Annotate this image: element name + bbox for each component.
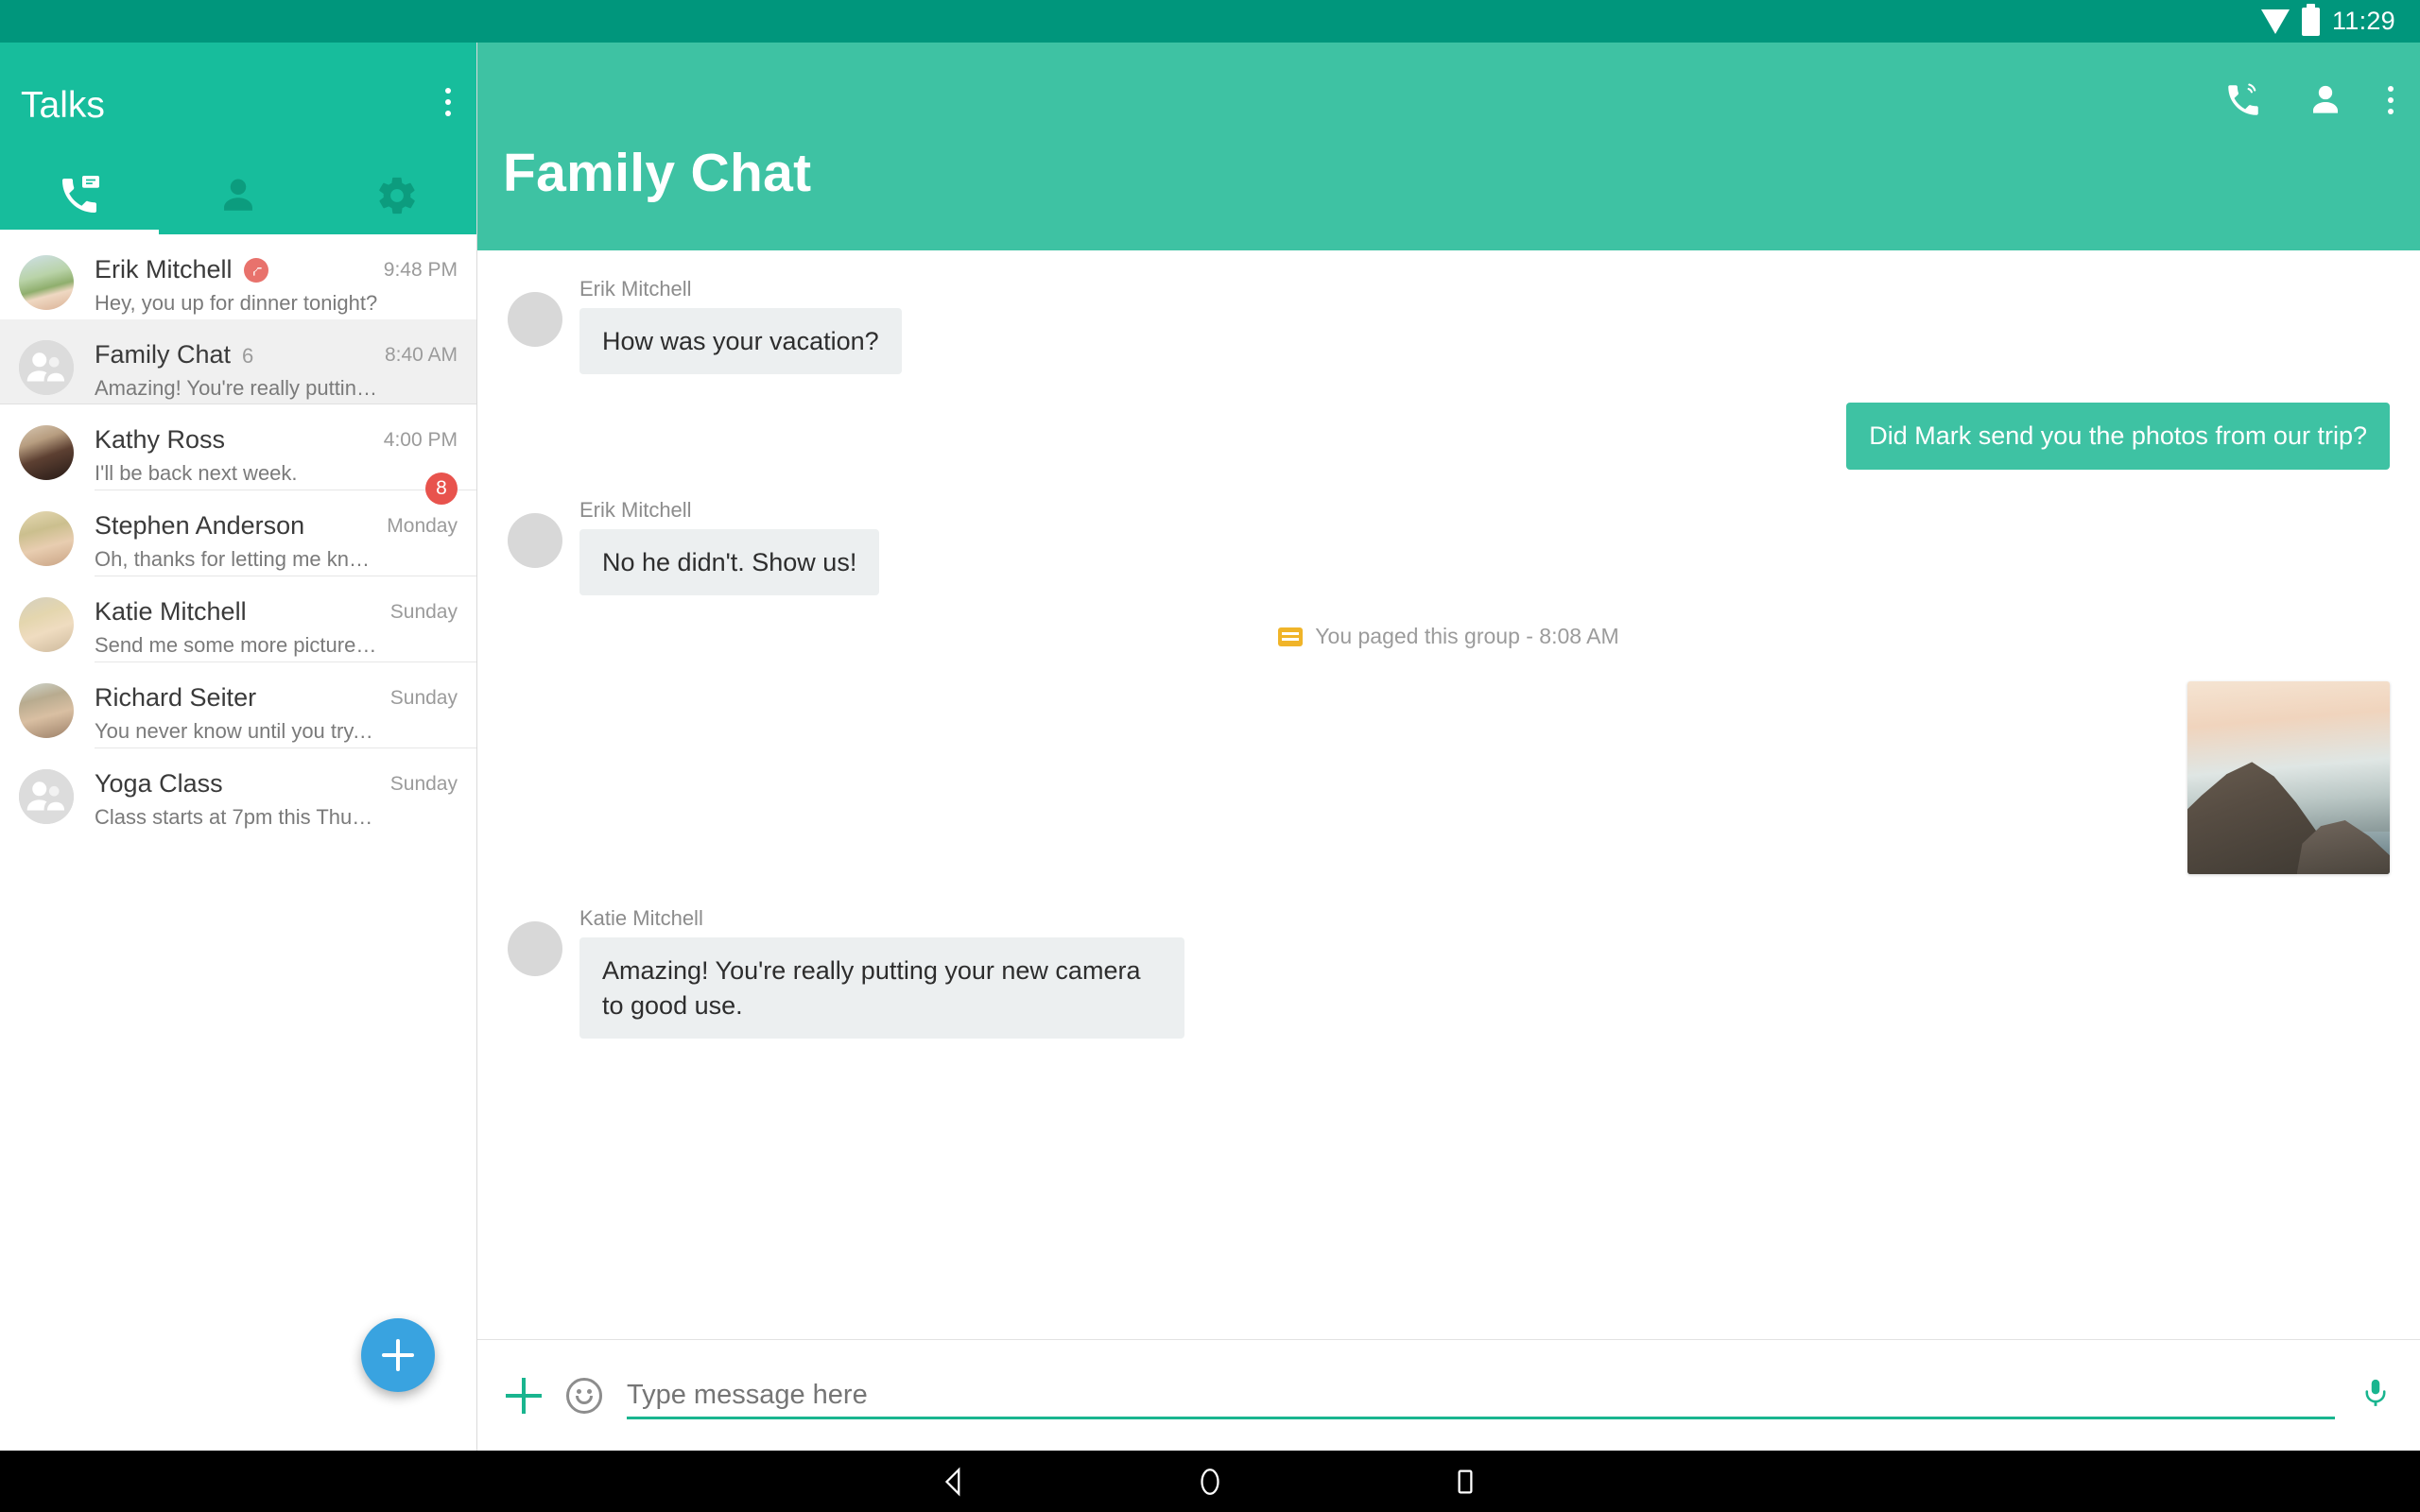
message-sender: Erik Mitchell: [579, 497, 692, 522]
conversations-pane: Talks Erik Mitchell Hey, you up for dinn…: [0, 43, 477, 1451]
chat-actions: [2223, 80, 2394, 120]
conversation-name: Kathy Ross: [95, 425, 226, 454]
back-triangle-icon[interactable]: [922, 1460, 988, 1503]
avatar: [508, 292, 562, 347]
tab-settings[interactable]: [318, 161, 476, 234]
tab-calls[interactable]: [0, 161, 159, 234]
conversation-preview: You never know until you try, let's do i…: [95, 719, 378, 743]
gear-icon: [375, 174, 419, 222]
conversation-timestamp: 9:48 PM: [383, 259, 458, 281]
battery-icon: [2301, 3, 2320, 36]
avatar: [19, 255, 74, 310]
new-conversation-fab[interactable]: [361, 1318, 435, 1392]
status-bar: 11:29: [0, 0, 2420, 43]
chat-pane: Family Chat Erik Mitchell How was your v…: [477, 43, 2420, 1451]
conversation-timestamp: 4:00 PM: [383, 429, 458, 451]
chat-overflow-menu-icon[interactable]: [2388, 86, 2394, 114]
conversation-preview: Class starts at 7pm this Thursday.: [95, 805, 378, 829]
avatar: [19, 340, 74, 395]
message-column: Erik Mitchell How was your vacation?: [579, 277, 902, 375]
photo-attachment[interactable]: [2187, 681, 2390, 875]
system-message-text: You paged this group - 8:08 AM: [1315, 624, 1619, 649]
page-icon: [1278, 627, 1304, 646]
conversation-row[interactable]: Family Chat 6 Amazing! You're really putti…: [0, 319, 476, 404]
avatar: [19, 769, 74, 824]
conversation-preview: Send me some more pictures from your tri…: [95, 633, 378, 657]
tab-contacts[interactable]: [159, 161, 318, 234]
conversation-row[interactable]: Katie Mitchell Send me some more pictures…: [0, 576, 476, 662]
message-row-incoming: Erik Mitchell No he didn't. Show us!: [477, 497, 2420, 596]
sidebar-app-bar: Talks: [0, 43, 476, 161]
message-sender: Katie Mitchell: [579, 906, 703, 931]
message-row-photo: [477, 681, 2420, 875]
conversation-name: Stephen Anderson: [95, 511, 305, 540]
call-icon[interactable]: [2223, 80, 2263, 120]
message-composer: [477, 1339, 2420, 1451]
message-bubble[interactable]: How was your vacation?: [579, 308, 902, 375]
message-row-incoming: Erik Mitchell How was your vacation?: [477, 277, 2420, 375]
avatar: [19, 425, 74, 480]
conversation-timestamp: 8:40 AM: [384, 344, 458, 366]
wifi-icon: [2260, 9, 2290, 34]
person-icon: [216, 174, 260, 222]
avatar: [19, 597, 74, 652]
chat-call-icon: [57, 173, 102, 223]
microphone-icon[interactable]: [2360, 1374, 2392, 1417]
message-sender: Erik Mitchell: [579, 277, 692, 301]
message-input[interactable]: [627, 1364, 2335, 1427]
home-circle-icon[interactable]: [1177, 1460, 1243, 1503]
conversation-timestamp: Sunday: [389, 687, 458, 709]
conversation-timestamp: Monday: [387, 515, 458, 537]
status-bar-clock: 11:29: [2331, 7, 2395, 35]
avatar: [508, 512, 562, 568]
attach-plus-icon[interactable]: [506, 1377, 542, 1414]
message-bubble[interactable]: Amazing! You're really putting your new …: [579, 937, 1184, 1040]
message-column: Katie Mitchell Amazing! You're really put…: [579, 906, 1184, 1040]
message-thread[interactable]: Erik Mitchell How was your vacation? Did M…: [477, 250, 2420, 1339]
android-nav-bar: [0, 1451, 2420, 1512]
sidebar-tabs: [0, 161, 476, 234]
avatar: [508, 921, 562, 977]
conversation-row[interactable]: Kathy Ross I'll be back next week. 4:00 PM…: [0, 404, 476, 505]
conversation-timestamp: Sunday: [389, 601, 458, 623]
conversation-name: Katie Mitchell: [95, 597, 247, 626]
system-message-row: You paged this group - 8:08 AM: [477, 624, 2420, 649]
emoji-icon[interactable]: [566, 1377, 602, 1414]
conversation-preview: I'll be back next week.: [95, 461, 298, 485]
message-column: Erik Mitchell No he didn't. Show us!: [579, 497, 880, 596]
message-row-incoming: Katie Mitchell Amazing! You're really put…: [477, 906, 2420, 1040]
member-count: 6: [242, 344, 254, 368]
conversation-preview: Amazing! You're really putting your new …: [95, 376, 378, 400]
sidebar-overflow-menu-icon[interactable]: [445, 88, 451, 116]
avatar: [19, 683, 74, 738]
app-title: Talks: [21, 85, 105, 126]
conversation-row[interactable]: Stephen Anderson Oh, thanks for letting m…: [0, 490, 476, 576]
conversation-timestamp: Sunday: [389, 773, 458, 795]
conversation-name: Yoga Class: [95, 769, 223, 798]
conversation-name: Erik Mitchell: [95, 255, 233, 284]
conversation-row[interactable]: Yoga Class Class starts at 7pm this Thurs…: [0, 748, 476, 833]
conversation-name: Family Chat: [95, 340, 232, 369]
avatar: [19, 511, 74, 566]
message-bubble[interactable]: Did Mark send you the photos from our tr…: [1846, 403, 2390, 470]
conversation-name: Richard Seiter: [95, 683, 257, 712]
conversation-preview: Oh, thanks for letting me know!: [95, 547, 378, 571]
conversation-list[interactable]: Erik Mitchell Hey, you up for dinner toni…: [0, 234, 476, 1451]
app-screen: 11:29 Talks Erik Mitchell Hey, you up fo…: [0, 0, 2420, 1512]
chat-title: Family Chat: [503, 143, 812, 203]
master-detail-split: Talks Erik Mitchell Hey, you up for dinn…: [0, 43, 2420, 1451]
chat-app-bar: Family Chat: [477, 43, 2420, 250]
person-add-icon[interactable]: [2307, 81, 2344, 119]
message-input-wrap: [627, 1364, 2335, 1427]
message-bubble[interactable]: No he didn't. Show us!: [579, 528, 880, 596]
conversation-row[interactable]: Richard Seiter You never know until you t…: [0, 662, 476, 747]
recents-square-icon[interactable]: [1432, 1460, 1498, 1503]
missed-call-icon: [243, 258, 268, 283]
message-row-outgoing: Did Mark send you the photos from our tr…: [477, 403, 2420, 470]
conversation-preview: Hey, you up for dinner tonight?: [95, 291, 378, 315]
conversation-row[interactable]: Erik Mitchell Hey, you up for dinner toni…: [0, 234, 476, 319]
